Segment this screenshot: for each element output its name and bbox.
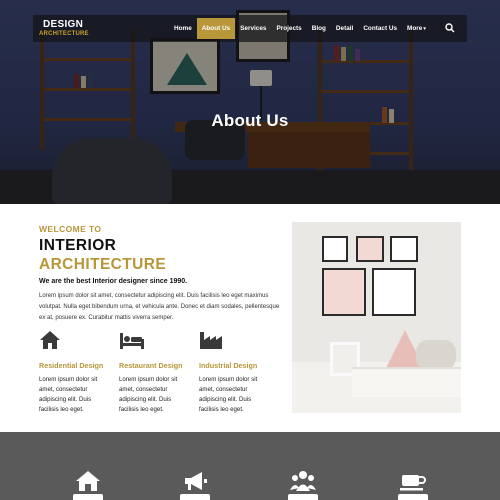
feature-text: Lorem ipsum dolor sit amet, consectetur … [119,376,178,413]
section-paragraph: Lorem ipsum dolor sit amet, consectetur … [39,293,280,321]
users-icon [290,471,316,491]
megaphone-icon [185,472,207,490]
section-tagline: We are the best Interior designer since … [39,278,188,285]
feature-residential: Residential Design Lorem ipsum dolor sit… [39,330,111,415]
top-navbar: DESIGN ARCHITECTURE Home About Us Servic… [33,15,467,42]
factory-icon [200,332,222,349]
nav-detail[interactable]: Detail [331,18,358,39]
nav-services[interactable]: Services [235,18,271,39]
photo-mattress [352,367,461,397]
house-icon [76,471,100,491]
search-icon[interactable] [445,23,455,33]
nav-more-dropdown[interactable]: More▾ [402,18,431,39]
photo-frame [372,268,416,316]
feature-title: Restaurant Design [119,361,183,370]
nav-projects[interactable]: Projects [271,18,306,39]
nav-blog[interactable]: Blog [307,18,331,39]
nav-home[interactable]: Home [169,18,197,39]
page-title: About Us [211,111,289,130]
about-room-photo [292,222,461,413]
nav-more-label: More [407,25,423,32]
stat-number [288,494,318,500]
photo-frame [356,236,384,262]
house-icon [40,331,60,349]
coffee-cup-icon [400,475,426,491]
feature-text: Lorem ipsum dolor sit amet, consectetur … [39,376,98,413]
logo-title[interactable]: DESIGN [43,19,83,30]
feature-text: Lorem ipsum dolor sit amet, consectetur … [199,376,258,413]
stat-number [398,494,428,500]
feature-restaurant: Restaurant Design Lorem ipsum dolor sit … [119,330,191,415]
bed-icon [120,333,144,349]
feature-title: Residential Design [39,361,104,370]
section-heading-line1: INTERIOR [39,237,117,254]
nav-contact-us[interactable]: Contact Us [358,18,402,39]
feature-title: Industrial Design [199,361,258,370]
main-menu: Home About Us Services Projects Blog Det… [169,18,431,39]
photo-frame [322,236,348,262]
stat-number [180,494,210,500]
caret-down-icon: ▾ [423,26,426,32]
logo-subtitle: ARCHITECTURE [39,31,89,37]
nav-about-us[interactable]: About Us [196,18,236,39]
photo-frame [322,268,366,316]
section-eyebrow: WELCOME TO [39,224,102,234]
feature-industrial: Industrial Design Lorem ipsum dolor sit … [199,330,271,415]
photo-frame [390,236,418,262]
stat-number [73,494,103,500]
section-heading-line2: ARCHITECTURE [39,256,167,273]
